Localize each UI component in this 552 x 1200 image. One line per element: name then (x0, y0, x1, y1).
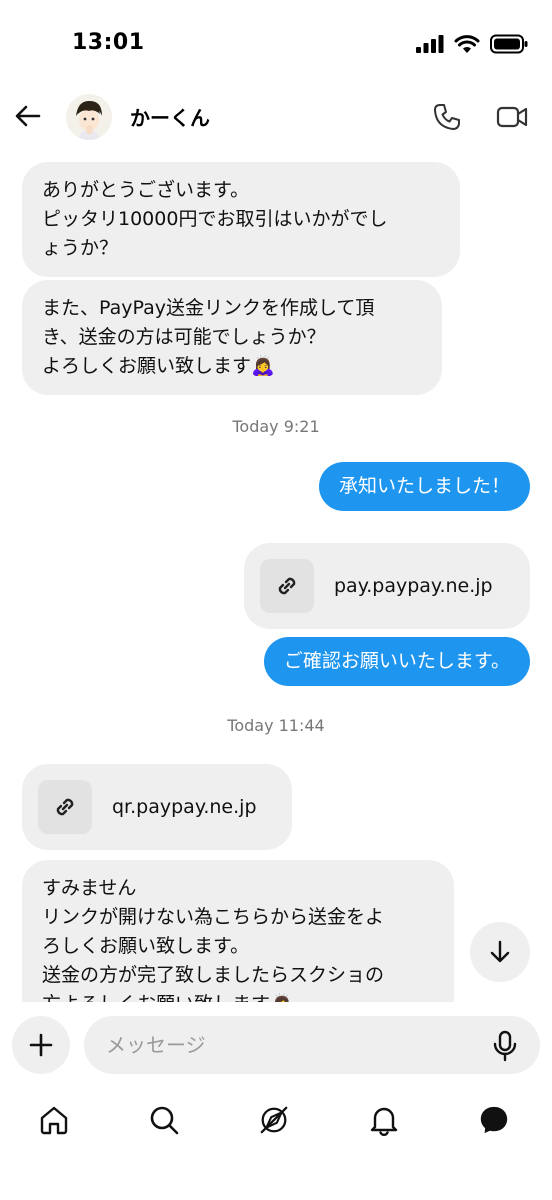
bottom-tab-bar (0, 1090, 552, 1150)
link-url[interactable]: qr.paypay.ne.jp (112, 796, 257, 818)
mic-icon[interactable] (492, 1030, 518, 1062)
avatar-illustration (66, 94, 112, 140)
link-icon (278, 577, 296, 595)
scroll-to-bottom-button[interactable] (470, 922, 530, 982)
chat-header: かーくん (0, 90, 552, 144)
incoming-message[interactable]: ありがとうございます。 ピッタリ10000円でお取引はいかがでし ょうか？ (22, 162, 460, 277)
link-icon-container (260, 559, 314, 613)
outgoing-link-message[interactable]: pay.paypay.ne.jp (244, 543, 530, 629)
status-icons (416, 34, 528, 54)
tab-messages[interactable] (478, 1104, 510, 1136)
battery-icon (490, 34, 528, 54)
add-attachment-button[interactable] (12, 1016, 70, 1074)
back-arrow-icon[interactable] (14, 102, 42, 130)
link-icon-container (38, 780, 92, 834)
message-input[interactable] (84, 1016, 540, 1074)
tab-home[interactable] (38, 1104, 70, 1136)
arrow-down-icon (490, 940, 510, 963)
avatar[interactable] (66, 94, 112, 140)
outgoing-message[interactable]: 承知いたしました！ (318, 462, 530, 511)
search-icon (150, 1106, 179, 1135)
message-composer (0, 1004, 552, 1084)
cellular-signal-icon (416, 35, 444, 53)
link-url[interactable]: pay.paypay.ne.jp (334, 575, 493, 597)
messenger-icon (480, 1106, 508, 1134)
link-icon (56, 798, 74, 816)
status-bar: 13:01 (0, 0, 552, 90)
tab-search[interactable] (148, 1104, 180, 1136)
timestamp: Today 11:44 (227, 716, 325, 735)
phone-icon[interactable] (432, 102, 462, 132)
wifi-icon (454, 34, 480, 53)
contact-name[interactable]: かーくん (130, 102, 210, 131)
message-thread[interactable]: ありがとうございます。 ピッタリ10000円でお取引はいかがでし ょうか？ また… (0, 144, 552, 1002)
outgoing-message[interactable]: ご確認お願いいたします。 (263, 637, 530, 686)
home-icon (40, 1106, 68, 1135)
video-icon[interactable] (496, 102, 528, 132)
timestamp: Today 9:21 (232, 417, 320, 436)
plus-icon (29, 1033, 53, 1057)
status-time: 13:01 (72, 30, 145, 55)
explore-icon (260, 1106, 288, 1134)
bell-icon (370, 1107, 398, 1136)
tab-notifications[interactable] (368, 1104, 400, 1136)
tab-explore[interactable] (258, 1104, 290, 1136)
incoming-message[interactable]: また、PayPay送金リンクを作成して頂 き、送金の方は可能でしょうか？ よろし… (22, 280, 442, 395)
incoming-message[interactable]: すみません リンクが開けない為こちらから送金をよ ろしくお願い致します。 送金の… (22, 860, 454, 1002)
incoming-link-message[interactable]: qr.paypay.ne.jp (22, 764, 292, 850)
